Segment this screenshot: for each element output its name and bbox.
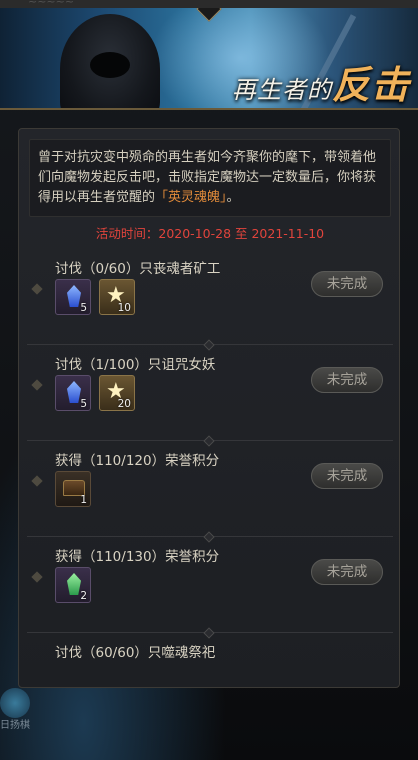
task-status-button[interactable]: 未完成: [311, 463, 383, 489]
reward-count: 20: [117, 398, 131, 410]
reward-count: 1: [80, 494, 87, 506]
reward-count: 10: [117, 302, 131, 314]
reward-count: 2: [80, 590, 87, 602]
task-row: 获得（110/120）荣誉积分 1 未完成: [19, 441, 399, 543]
hooded-figure-art: [60, 14, 160, 108]
task-label: 获得（110/120）荣誉积分: [55, 453, 220, 469]
description-end: 。: [226, 190, 240, 205]
bullet-icon: [31, 475, 43, 487]
reward-chest[interactable]: 1: [55, 471, 91, 507]
task-row: 获得（110/130）荣誉积分 2 未完成: [19, 537, 399, 639]
description-highlight: 「英灵魂魄」: [155, 190, 227, 205]
task-panel: 曾于对抗灾变中殒命的再生者如今齐聚你的麾下，带领着他们向魔物发起反击吧，击败指定…: [18, 128, 400, 688]
task-status-button[interactable]: 未完成: [311, 559, 383, 585]
task-label: 讨伐（1/100）只诅咒女妖: [55, 357, 216, 373]
event-title: 再生者的反击: [232, 54, 411, 108]
task-label: 讨伐（0/60）只丧魂者矿工: [55, 261, 221, 277]
bullet-icon: [31, 571, 43, 583]
blue-crystal-icon: [67, 381, 81, 403]
event-title-big: 反击: [332, 62, 411, 107]
reward-star[interactable]: ★ 20: [99, 375, 135, 411]
event-date: 活动时间：2020-10-28 至 2021-11-10: [95, 226, 325, 241]
bullet-icon: [31, 283, 43, 295]
task-status-button[interactable]: 未完成: [311, 271, 383, 297]
green-crystal-icon: [67, 573, 81, 595]
reward-green-crystal[interactable]: 2: [55, 567, 91, 603]
reward-blue-crystal[interactable]: 5: [55, 375, 91, 411]
event-description: 曾于对抗灾变中殒命的再生者如今齐聚你的麾下，带领着他们向魔物发起反击吧，击败指定…: [38, 148, 388, 208]
event-banner: 再生者的反击: [0, 8, 418, 110]
task-label: 获得（110/130）荣誉积分: [55, 549, 220, 565]
task-row: 讨伐（60/60）只噬魂祭祀: [19, 633, 399, 687]
top-strip-text: ~~~~~: [28, 0, 75, 8]
reward-count: 5: [80, 398, 87, 410]
task-status-button[interactable]: 未完成: [311, 367, 383, 393]
task-label: 讨伐（60/60）只噬魂祭祀: [55, 645, 216, 661]
bottom-left-label: 日扬棋: [0, 720, 30, 731]
reward-blue-crystal[interactable]: 5: [55, 279, 91, 315]
task-row: 讨伐（0/60）只丧魂者矿工 5 ★ 10 未完成: [19, 249, 399, 351]
event-description-box: 曾于对抗灾变中殒命的再生者如今齐聚你的麾下，带领着他们向魔物发起反击吧，击败指定…: [29, 139, 391, 217]
task-row: 讨伐（1/100）只诅咒女妖 5 ★ 20 未完成: [19, 345, 399, 447]
reward-star[interactable]: ★ 10: [99, 279, 135, 315]
event-title-prefix: 再生者的: [232, 76, 332, 104]
bottom-left-app-icon[interactable]: [0, 688, 30, 718]
reward-count: 5: [80, 302, 87, 314]
blue-crystal-icon: [67, 285, 81, 307]
bullet-icon: [31, 379, 43, 391]
